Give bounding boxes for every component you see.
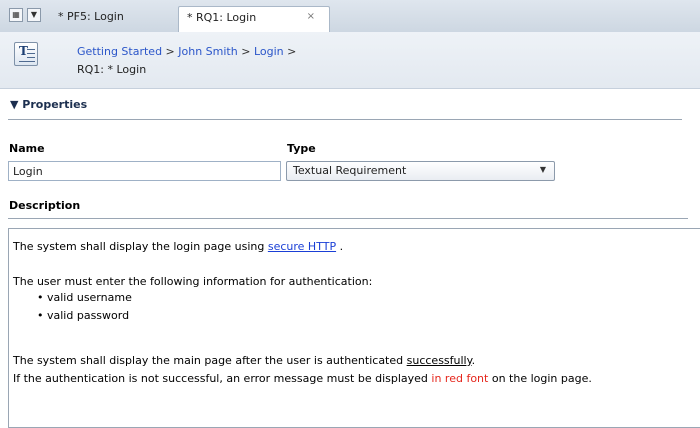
list-item: • valid password: [37, 309, 130, 322]
red-text: in red font: [431, 372, 489, 385]
text-segment: .: [471, 354, 476, 367]
list-item-text: valid username: [47, 291, 132, 304]
description-divider: [8, 218, 688, 219]
breadcrumb-separator: >: [287, 45, 297, 58]
editor-tab-bar: ▦ ▼ * PF5: Login * RQ1: Login ×: [0, 0, 700, 33]
list-item: • valid username: [37, 291, 132, 304]
text-segment: on the login page.: [488, 372, 592, 385]
description-label: Description: [9, 199, 81, 212]
type-selected-value: Textual Requirement: [293, 164, 407, 177]
type-select[interactable]: Textual Requirement ▼: [286, 161, 555, 181]
description-line-4: If the authentication is not successful,…: [13, 372, 592, 385]
text-segment: .: [336, 240, 344, 253]
text-segment: The system shall display the login page …: [13, 240, 268, 253]
tab-pf5-login[interactable]: * PF5: Login: [50, 6, 176, 32]
tab-label: * PF5: Login: [58, 10, 124, 23]
textual-requirement-icon: T: [14, 42, 38, 66]
grid-icon[interactable]: ▦: [9, 8, 23, 22]
description-line-2: The user must enter the following inform…: [13, 275, 373, 288]
type-label: Type: [287, 142, 316, 155]
artifact-header: T Getting Started > John Smith > Login >…: [0, 32, 700, 89]
close-icon[interactable]: ×: [307, 11, 315, 22]
name-input[interactable]: [8, 161, 281, 181]
underlined-text: successfully: [406, 354, 472, 367]
list-item-text: valid password: [47, 309, 130, 322]
name-label: Name: [9, 142, 45, 155]
chevron-down-icon: ▼: [539, 165, 546, 174]
text-segment: The system shall display the main page a…: [13, 354, 407, 367]
tab-rq1-login[interactable]: * RQ1: Login ×: [178, 6, 330, 32]
breadcrumb-separator: >: [165, 45, 175, 58]
chevron-down-icon[interactable]: ▼: [27, 8, 41, 22]
text-segment: If the authentication is not successful,…: [13, 372, 432, 385]
description-line-1: The system shall display the login page …: [13, 240, 343, 253]
description-line-3: The system shall display the main page a…: [13, 354, 475, 367]
breadcrumb-login[interactable]: Login: [254, 45, 284, 58]
secure-http-link[interactable]: secure HTTP: [268, 240, 336, 253]
properties-section-toggle[interactable]: ▼ Properties: [10, 98, 87, 111]
description-editor[interactable]: The system shall display the login page …: [8, 228, 700, 428]
breadcrumb-getting-started[interactable]: Getting Started: [77, 45, 162, 58]
section-divider: [8, 119, 682, 120]
breadcrumb: Getting Started > John Smith > Login >: [77, 45, 296, 58]
tab-label: * RQ1: Login: [187, 11, 257, 24]
artifact-title: RQ1: * Login: [77, 63, 147, 76]
breadcrumb-john-smith[interactable]: John Smith: [178, 45, 237, 58]
breadcrumb-separator: >: [241, 45, 251, 58]
